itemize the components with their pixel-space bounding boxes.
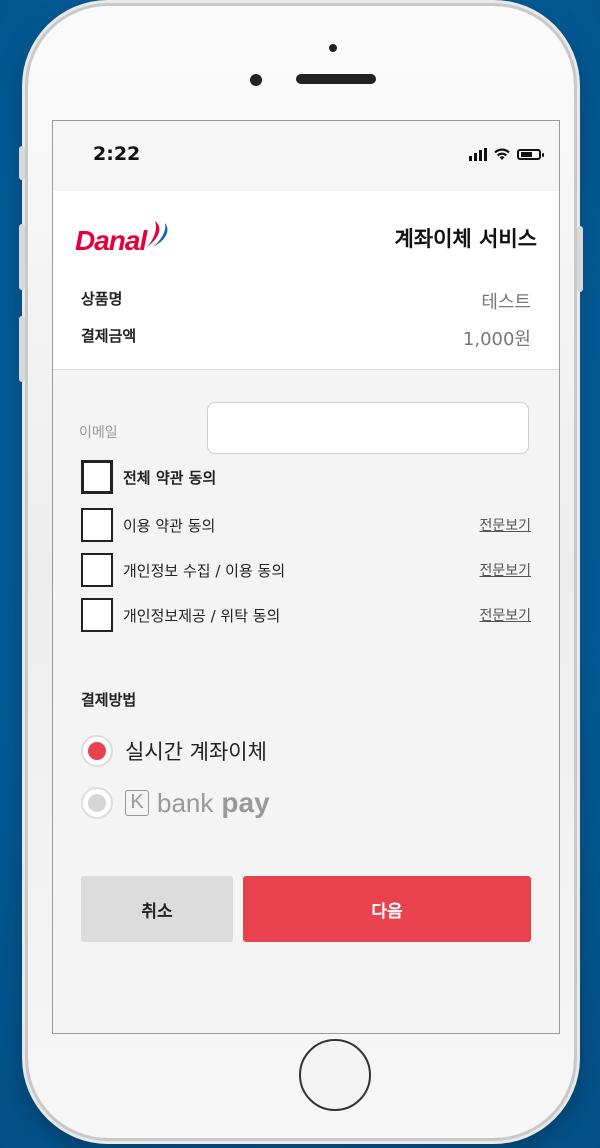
signal-icon — [469, 147, 487, 161]
mute-switch — [19, 146, 25, 180]
proximity-sensor — [329, 44, 337, 52]
amount-value: 1,000원 — [462, 329, 531, 350]
kbank-k-icon: K — [125, 790, 149, 816]
email-input[interactable] — [207, 402, 529, 454]
power-button — [577, 226, 583, 292]
battery-icon — [517, 148, 544, 160]
option-kbank-pay[interactable]: K bank pay — [81, 787, 270, 819]
service-title: 계좌이체 서비스 — [394, 227, 537, 251]
status-time: 2:22 — [93, 143, 141, 165]
payment-method-title: 결제방법 — [81, 691, 137, 709]
privacy-collect-checkbox[interactable] — [81, 553, 113, 587]
agreement-row-privacy-collect[interactable]: 개인정보 수집 / 이용 동의 전문보기 — [81, 552, 531, 588]
realtime-transfer-label: 실시간 계좌이체 — [125, 740, 267, 764]
kbank-pay-text: pay — [221, 787, 270, 818]
agreement-row-privacy-provide[interactable]: 개인정보제공 / 위탁 동의 전문보기 — [81, 597, 531, 633]
cancel-button[interactable]: 취소 — [81, 876, 233, 942]
home-button[interactable] — [299, 1039, 371, 1111]
agreement-row-terms[interactable]: 이용 약관 동의 전문보기 — [81, 507, 531, 543]
status-icons — [469, 147, 544, 161]
wifi-icon — [494, 148, 510, 160]
terms-label: 이용 약관 동의 — [123, 516, 216, 535]
product-row: 상품명 테스트 — [81, 288, 531, 314]
app-header: Danal 계좌이체 서비스 — [53, 191, 559, 272]
kbank-pay-logo: K bank pay — [125, 787, 270, 819]
agree-all-checkbox[interactable] — [81, 460, 113, 494]
phone-screen: 2:22 Danal 계좌이체 서비스 상품명 테스트 결제금액 1,000원 … — [52, 120, 560, 1034]
option-realtime-transfer[interactable]: 실시간 계좌이체 — [81, 735, 267, 767]
privacy-provide-view-link[interactable]: 전문보기 — [479, 605, 531, 625]
amount-row: 결제금액 1,000원 — [81, 325, 531, 351]
terms-checkbox[interactable] — [81, 508, 113, 542]
email-label: 이메일 — [79, 425, 118, 441]
product-value: 테스트 — [481, 292, 531, 313]
privacy-collect-label: 개인정보 수집 / 이용 동의 — [123, 561, 286, 580]
volume-up-button — [19, 224, 25, 290]
terms-view-link[interactable]: 전문보기 — [479, 515, 531, 535]
logo-swoosh-icon — [147, 221, 168, 247]
amount-label: 결제금액 — [81, 327, 137, 345]
kbank-bank-text: bank — [157, 787, 214, 818]
agree-all-row[interactable]: 전체 약관 동의 — [81, 459, 531, 495]
next-button[interactable]: 다음 — [243, 876, 531, 942]
privacy-collect-view-link[interactable]: 전문보기 — [479, 560, 531, 580]
danal-logo: Danal — [75, 219, 170, 257]
order-info: 상품명 테스트 결제금액 1,000원 — [53, 271, 559, 370]
agree-all-label: 전체 약관 동의 — [123, 468, 217, 487]
volume-down-button — [19, 316, 25, 382]
privacy-provide-checkbox[interactable] — [81, 598, 113, 632]
realtime-transfer-radio[interactable] — [81, 735, 113, 767]
status-bar: 2:22 — [53, 121, 559, 192]
front-camera — [250, 74, 262, 86]
earpiece-speaker — [296, 74, 376, 84]
kbank-pay-radio[interactable] — [81, 787, 113, 819]
logo-text: Danal — [75, 225, 147, 256]
privacy-provide-label: 개인정보제공 / 위탁 동의 — [123, 606, 281, 625]
product-label: 상품명 — [81, 290, 123, 308]
